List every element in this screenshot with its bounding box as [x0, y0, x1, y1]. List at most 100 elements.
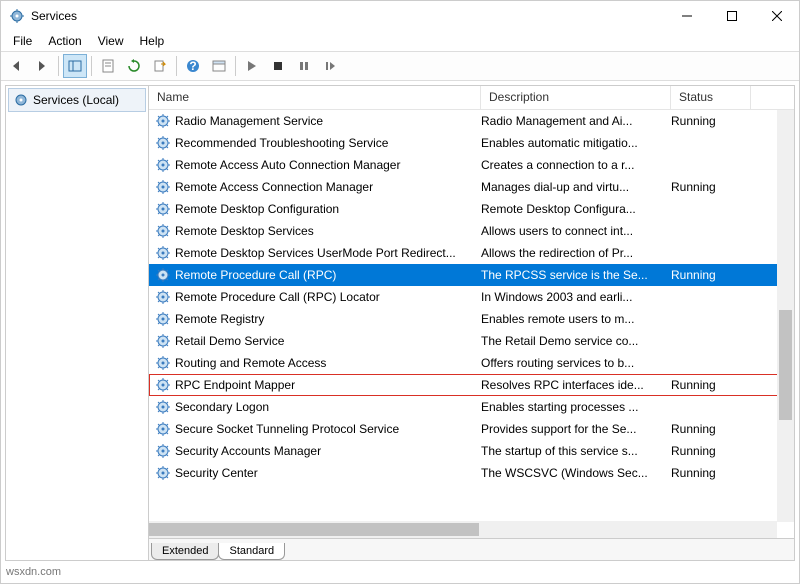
- service-list[interactable]: Radio Management ServiceRadio Management…: [149, 110, 794, 484]
- menu-action[interactable]: Action: [40, 32, 89, 50]
- service-row[interactable]: Remote Procedure Call (RPC)The RPCSS ser…: [149, 264, 794, 286]
- service-name: Remote Access Auto Connection Manager: [175, 158, 481, 172]
- scroll-thumb[interactable]: [779, 310, 792, 420]
- toolbar-separator: [58, 56, 59, 76]
- service-row[interactable]: Remote Desktop ConfigurationRemote Deskt…: [149, 198, 794, 220]
- service-name: Remote Desktop Services: [175, 224, 481, 238]
- service-row[interactable]: Security CenterThe WSCSVC (Windows Sec..…: [149, 462, 794, 484]
- properties-icon: [101, 59, 115, 73]
- scroll-thumb[interactable]: [149, 523, 479, 536]
- export-icon: [153, 59, 167, 73]
- restart-icon: [324, 60, 336, 72]
- service-description: The WSCSVC (Windows Sec...: [481, 466, 671, 480]
- bottom-tabs: Extended Standard: [149, 538, 794, 560]
- service-status: Running: [671, 268, 751, 282]
- minimize-button[interactable]: [664, 1, 709, 31]
- service-gear-icon: [155, 179, 171, 195]
- service-description: Manages dial-up and virtu...: [481, 180, 671, 194]
- service-name: Remote Registry: [175, 312, 481, 326]
- service-gear-icon: [155, 201, 171, 217]
- action-pane-button[interactable]: [207, 54, 231, 78]
- service-gear-icon: [155, 355, 171, 371]
- pane-icon: [212, 59, 226, 73]
- service-description: The startup of this service s...: [481, 444, 671, 458]
- left-pane: Services (Local): [6, 86, 149, 560]
- service-description: Offers routing services to b...: [481, 356, 671, 370]
- help-icon: ?: [186, 59, 200, 73]
- service-status: Running: [671, 378, 751, 392]
- tree-node-services-local[interactable]: Services (Local): [8, 88, 146, 112]
- service-description: Radio Management and Ai...: [481, 114, 671, 128]
- service-row[interactable]: Remote RegistryEnables remote users to m…: [149, 308, 794, 330]
- service-gear-icon: [155, 377, 171, 393]
- service-name: Security Center: [175, 466, 481, 480]
- service-description: Remote Desktop Configura...: [481, 202, 671, 216]
- toolbar-separator: [176, 56, 177, 76]
- service-row[interactable]: Remote Access Auto Connection ManagerCre…: [149, 154, 794, 176]
- service-row[interactable]: Secure Socket Tunneling Protocol Service…: [149, 418, 794, 440]
- service-row[interactable]: Remote Desktop Services UserMode Port Re…: [149, 242, 794, 264]
- refresh-icon: [127, 59, 141, 73]
- title-bar: Services: [1, 1, 799, 31]
- svg-text:?: ?: [189, 59, 196, 73]
- service-name: Remote Access Connection Manager: [175, 180, 481, 194]
- arrow-left-icon: [9, 59, 23, 73]
- service-gear-icon: [155, 223, 171, 239]
- pause-service-button[interactable]: [292, 54, 316, 78]
- service-row[interactable]: Secondary LogonEnables starting processe…: [149, 396, 794, 418]
- tree-node-label: Services (Local): [33, 93, 119, 107]
- refresh-button[interactable]: [122, 54, 146, 78]
- service-row[interactable]: Retail Demo ServiceThe Retail Demo servi…: [149, 330, 794, 352]
- service-description: Enables automatic mitigatio...: [481, 136, 671, 150]
- close-icon: [772, 11, 782, 21]
- services-icon: [13, 92, 29, 108]
- menu-bar: File Action View Help: [1, 31, 799, 51]
- service-name: Recommended Troubleshooting Service: [175, 136, 481, 150]
- show-hide-tree-button[interactable]: [63, 54, 87, 78]
- menu-view[interactable]: View: [90, 32, 132, 50]
- service-description: Resolves RPC interfaces ide...: [481, 378, 671, 392]
- service-status: Running: [671, 422, 751, 436]
- menu-file[interactable]: File: [5, 32, 40, 50]
- nav-forward-button[interactable]: [30, 54, 54, 78]
- nav-back-button[interactable]: [4, 54, 28, 78]
- service-row[interactable]: Remote Desktop ServicesAllows users to c…: [149, 220, 794, 242]
- horizontal-scrollbar[interactable]: [149, 521, 777, 538]
- service-row[interactable]: Remote Access Connection ManagerManages …: [149, 176, 794, 198]
- stop-icon: [272, 60, 284, 72]
- close-button[interactable]: [754, 1, 799, 31]
- service-gear-icon: [155, 399, 171, 415]
- service-gear-icon: [155, 267, 171, 283]
- service-description: Enables starting processes ...: [481, 400, 671, 414]
- service-description: Allows users to connect int...: [481, 224, 671, 238]
- menu-help[interactable]: Help: [132, 32, 173, 50]
- service-name: Security Accounts Manager: [175, 444, 481, 458]
- stop-service-button[interactable]: [266, 54, 290, 78]
- column-name[interactable]: Name: [149, 86, 481, 109]
- column-description[interactable]: Description: [481, 86, 671, 109]
- restart-service-button[interactable]: [318, 54, 342, 78]
- service-gear-icon: [155, 245, 171, 261]
- vertical-scrollbar[interactable]: [777, 110, 794, 522]
- service-row[interactable]: RPC Endpoint MapperResolves RPC interfac…: [149, 374, 794, 396]
- column-header: Name Description Status: [149, 86, 794, 110]
- service-row[interactable]: Security Accounts ManagerThe startup of …: [149, 440, 794, 462]
- service-gear-icon: [155, 465, 171, 481]
- toolbar-separator: [91, 56, 92, 76]
- tab-extended[interactable]: Extended: [151, 543, 219, 560]
- maximize-button[interactable]: [709, 1, 754, 31]
- tab-standard[interactable]: Standard: [218, 543, 285, 560]
- help-button[interactable]: ?: [181, 54, 205, 78]
- service-status: Running: [671, 444, 751, 458]
- properties-button[interactable]: [96, 54, 120, 78]
- minimize-icon: [682, 11, 692, 21]
- service-row[interactable]: Recommended Troubleshooting ServiceEnabl…: [149, 132, 794, 154]
- service-row[interactable]: Radio Management ServiceRadio Management…: [149, 110, 794, 132]
- start-service-button[interactable]: [240, 54, 264, 78]
- services-app-icon: [9, 8, 25, 24]
- service-row[interactable]: Remote Procedure Call (RPC) LocatorIn Wi…: [149, 286, 794, 308]
- service-description: Creates a connection to a r...: [481, 158, 671, 172]
- column-status[interactable]: Status: [671, 86, 751, 109]
- service-row[interactable]: Routing and Remote AccessOffers routing …: [149, 352, 794, 374]
- export-button[interactable]: [148, 54, 172, 78]
